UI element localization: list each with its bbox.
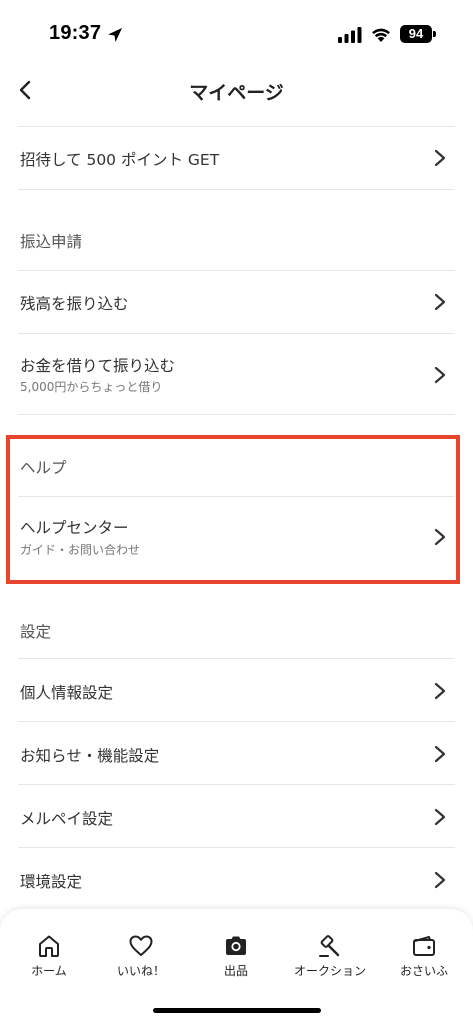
tab-label: オークション <box>293 964 366 978</box>
borrow-transfer-label: お金を借りて振り込む <box>20 357 176 375</box>
wallet-icon <box>413 936 435 956</box>
bottom-tab-bar: ホーム いいね！ 出品 オークション おさいふ <box>0 909 473 1024</box>
help-center-label: ヘルプセンター <box>20 519 129 537</box>
divider <box>18 414 455 415</box>
transfer-balance-row[interactable]: 残高を振り込む <box>18 271 455 333</box>
section-header-transfer: 振込申請 <box>20 233 83 251</box>
status-bar: 19:37 94 <box>0 0 473 66</box>
battery-tip <box>433 31 436 37</box>
chevron-right-icon <box>434 293 446 311</box>
borrow-transfer-subtext: 5,000円からちょっと借り <box>20 380 163 394</box>
transfer-balance-label: 残高を振り込む <box>20 295 129 313</box>
notifications-row[interactable]: お知らせ・機能設定 <box>18 722 455 784</box>
tab-sell[interactable]: 出品 <box>189 909 283 989</box>
merpay-settings-row[interactable]: メルペイ設定 <box>18 785 455 847</box>
section-header-settings: 設定 <box>20 623 52 641</box>
tab-likes[interactable]: いいね！ <box>94 909 188 989</box>
battery-indicator: 94 <box>400 25 432 43</box>
page-title: マイページ <box>189 82 284 104</box>
home-indicator <box>153 1008 321 1013</box>
tab-wallet[interactable]: おさいふ <box>377 909 471 989</box>
help-center-row[interactable]: ヘルプセンター ガイド・お問い合わせ <box>18 497 455 577</box>
gavel-icon <box>319 935 340 957</box>
chevron-right-icon <box>434 871 446 889</box>
chevron-right-icon <box>434 366 446 384</box>
divider <box>18 189 455 190</box>
invite-row[interactable]: 招待して 500 ポイント GET <box>18 127 455 189</box>
invite-label: 招待して 500 ポイント GET <box>20 151 220 169</box>
status-time: 19:37 <box>49 22 102 44</box>
personal-info-row[interactable]: 個人情報設定 <box>18 659 455 721</box>
chevron-right-icon <box>434 682 446 700</box>
chevron-right-icon <box>434 528 446 546</box>
tab-label: ホーム <box>31 964 67 978</box>
notifications-label: お知らせ・機能設定 <box>20 747 160 765</box>
location-arrow-icon <box>108 28 122 42</box>
cellular-signal-icon <box>338 27 362 43</box>
chevron-right-icon <box>434 808 446 826</box>
chevron-right-icon <box>434 149 446 167</box>
section-header-help: ヘルプ <box>20 459 67 477</box>
chevron-right-icon <box>434 745 446 763</box>
merpay-settings-label: メルペイ設定 <box>20 810 114 828</box>
camera-icon <box>226 936 246 955</box>
wifi-icon <box>372 28 390 42</box>
personal-info-label: 個人情報設定 <box>20 684 114 702</box>
home-icon <box>39 935 59 957</box>
heart-icon <box>129 935 153 956</box>
tab-label: おさいふ <box>399 964 448 978</box>
tab-home[interactable]: ホーム <box>2 909 96 989</box>
environment-row[interactable]: 環境設定 <box>18 848 455 908</box>
tab-auction[interactable]: オークション <box>283 909 377 989</box>
tab-label: いいね！ <box>116 964 165 978</box>
help-center-subtext: ガイド・お問い合わせ <box>20 543 141 557</box>
header: マイページ <box>0 66 473 116</box>
environment-label: 環境設定 <box>20 873 83 891</box>
tab-label: 出品 <box>223 964 248 978</box>
borrow-transfer-row[interactable]: お金を借りて振り込む 5,000円からちょっと借り <box>18 334 455 414</box>
